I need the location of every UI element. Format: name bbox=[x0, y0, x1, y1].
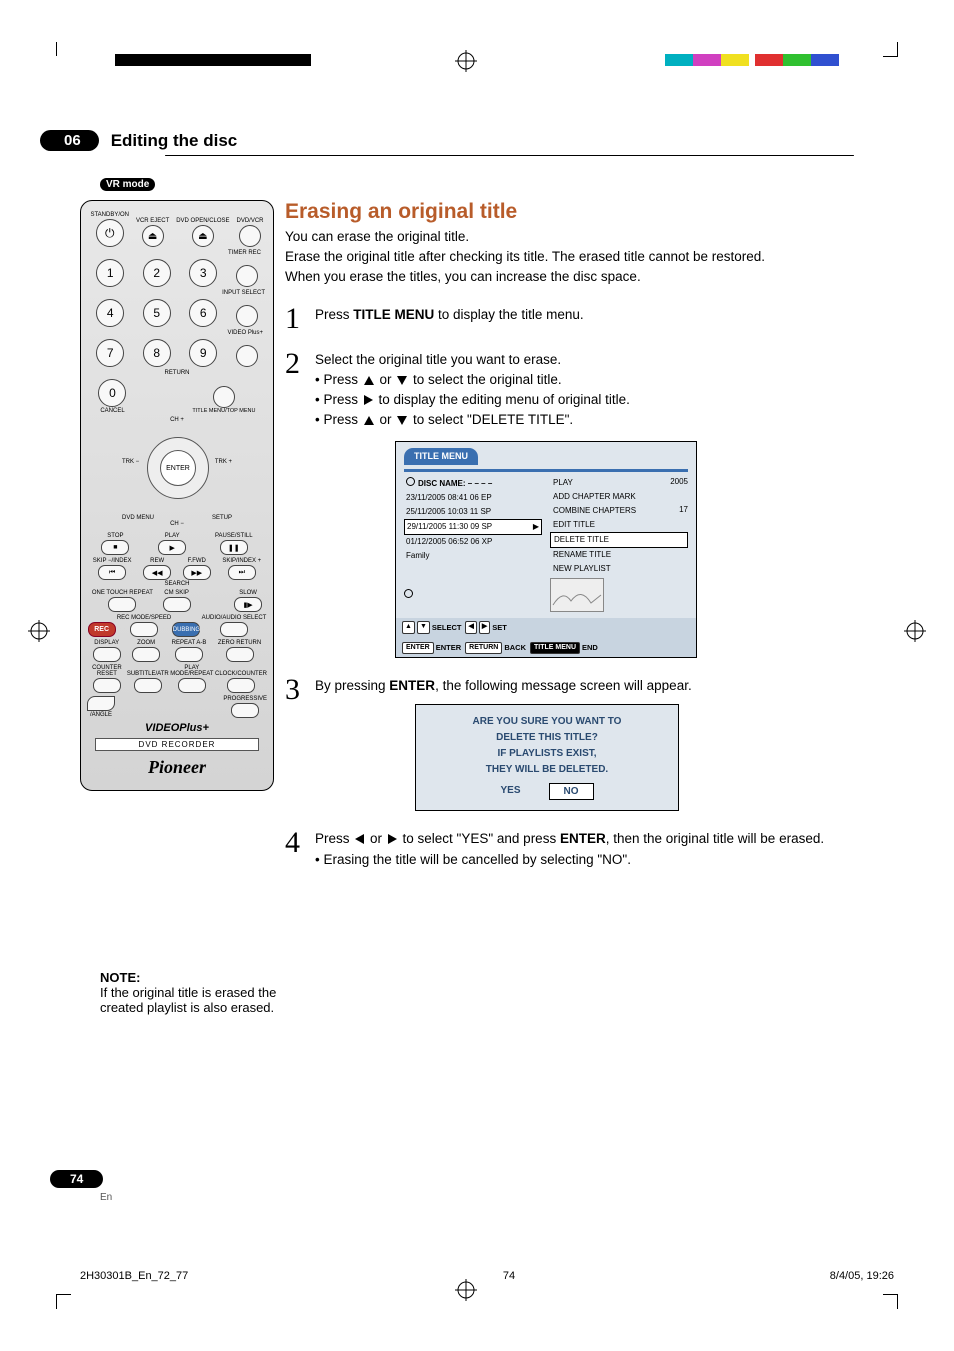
right-icon bbox=[388, 834, 397, 844]
remote-illustration: STANDBY/ON⏻ VCR EJECT⏏ DVD OPEN/CLOSE⏏ D… bbox=[80, 200, 274, 791]
crop-mark bbox=[883, 42, 898, 57]
step-1: 1 Press TITLE MENU to display the title … bbox=[285, 305, 884, 332]
step-2: 2 Select the original title you want to … bbox=[285, 350, 884, 659]
chapter-title: Editing the disc bbox=[111, 131, 238, 151]
right-icon bbox=[364, 395, 373, 405]
intro-line: Erase the original title after checking … bbox=[285, 248, 884, 266]
crop-mark bbox=[883, 1294, 898, 1309]
step-4: 4 Press or to select "YES" and press ENT… bbox=[285, 829, 884, 870]
down-icon bbox=[397, 376, 407, 385]
dialog-no: NO bbox=[549, 783, 594, 800]
dialog-yes: YES bbox=[500, 783, 520, 800]
page-lang: En bbox=[100, 1192, 112, 1203]
up-icon bbox=[364, 376, 374, 385]
intro-line: You can erase the original title. bbox=[285, 228, 884, 246]
up-icon bbox=[364, 416, 374, 425]
left-icon bbox=[355, 834, 364, 844]
crop-mark bbox=[56, 1294, 71, 1309]
register-mark-top bbox=[455, 50, 477, 72]
section-heading: Erasing an original title bbox=[285, 200, 884, 224]
confirm-dialog: ARE YOU SURE YOU WANT TO DELETE THIS TIT… bbox=[415, 704, 679, 811]
print-footer: 2H30301B_En_72_77 74 8/4/05, 19:26 bbox=[80, 1270, 894, 1282]
register-mark-bottom bbox=[455, 1279, 477, 1301]
step-3: 3 By pressing ENTER, the following messa… bbox=[285, 676, 884, 811]
down-icon bbox=[397, 416, 407, 425]
intro-line: When you erase the titles, you can incre… bbox=[285, 268, 884, 286]
page-number: 74 bbox=[50, 1170, 103, 1188]
chapter-header: 06 Editing the disc bbox=[40, 130, 904, 151]
vr-mode-badge: VR mode bbox=[100, 178, 155, 191]
osd-title-menu: TITLE MENU DISC NAME: – – – – 23/11/2005… bbox=[395, 441, 697, 659]
crop-mark bbox=[56, 42, 71, 56]
note-block: NOTE: If the original title is erased th… bbox=[100, 970, 320, 1015]
chapter-number: 06 bbox=[40, 130, 99, 151]
register-mark-right bbox=[904, 620, 926, 642]
